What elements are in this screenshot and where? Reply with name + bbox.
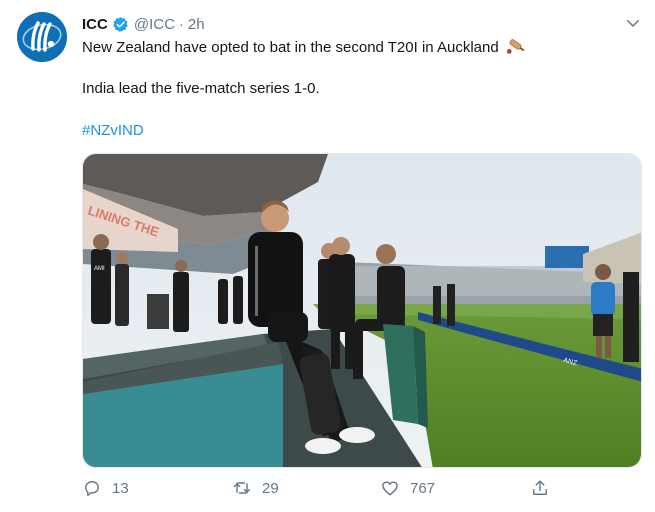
tweet-action-bar: 13 29 767 bbox=[82, 478, 642, 504]
author-name[interactable]: ICC bbox=[82, 16, 108, 33]
scoreboard bbox=[545, 246, 589, 268]
tweet-header: ICC @ICC · 2h bbox=[82, 14, 205, 34]
chevron-down-icon[interactable] bbox=[624, 14, 642, 32]
avatar[interactable] bbox=[17, 12, 67, 62]
heart-icon bbox=[382, 481, 398, 496]
tweet-timestamp[interactable]: 2h bbox=[188, 16, 205, 33]
player-sponsor-text: AMI bbox=[94, 266, 105, 272]
reply-count: 13 bbox=[112, 479, 129, 497]
retweet-icon bbox=[233, 482, 251, 494]
like-count: 767 bbox=[410, 479, 436, 497]
retweet-count: 29 bbox=[262, 479, 279, 497]
reply-button[interactable]: 13 bbox=[82, 478, 129, 498]
reply-icon bbox=[85, 481, 99, 497]
share-icon bbox=[533, 480, 547, 495]
like-button[interactable]: 767 bbox=[380, 478, 435, 498]
retweet-button[interactable]: 29 bbox=[232, 478, 279, 498]
cricket-stadium-photo: LINING THE ANZ AMI bbox=[83, 154, 641, 467]
verified-badge-icon bbox=[113, 16, 128, 32]
hashtag-link[interactable]: #NZvIND bbox=[82, 121, 144, 141]
tweet-photo[interactable]: LINING THE ANZ AMI bbox=[82, 153, 642, 468]
icc-logo-icon bbox=[17, 12, 67, 62]
cricket-bat-emoji-icon bbox=[506, 39, 525, 54]
tweet-text: New Zealand have opted to bat in the sec… bbox=[82, 39, 499, 56]
tweet-text-line-1: New Zealand have opted to bat in the sec… bbox=[82, 37, 527, 58]
author-handle[interactable]: @ICC bbox=[134, 16, 175, 33]
tweet-text-line-2: India lead the five-match series 1-0. bbox=[82, 80, 320, 97]
share-button[interactable] bbox=[530, 478, 550, 498]
separator-dot: · bbox=[178, 15, 184, 33]
